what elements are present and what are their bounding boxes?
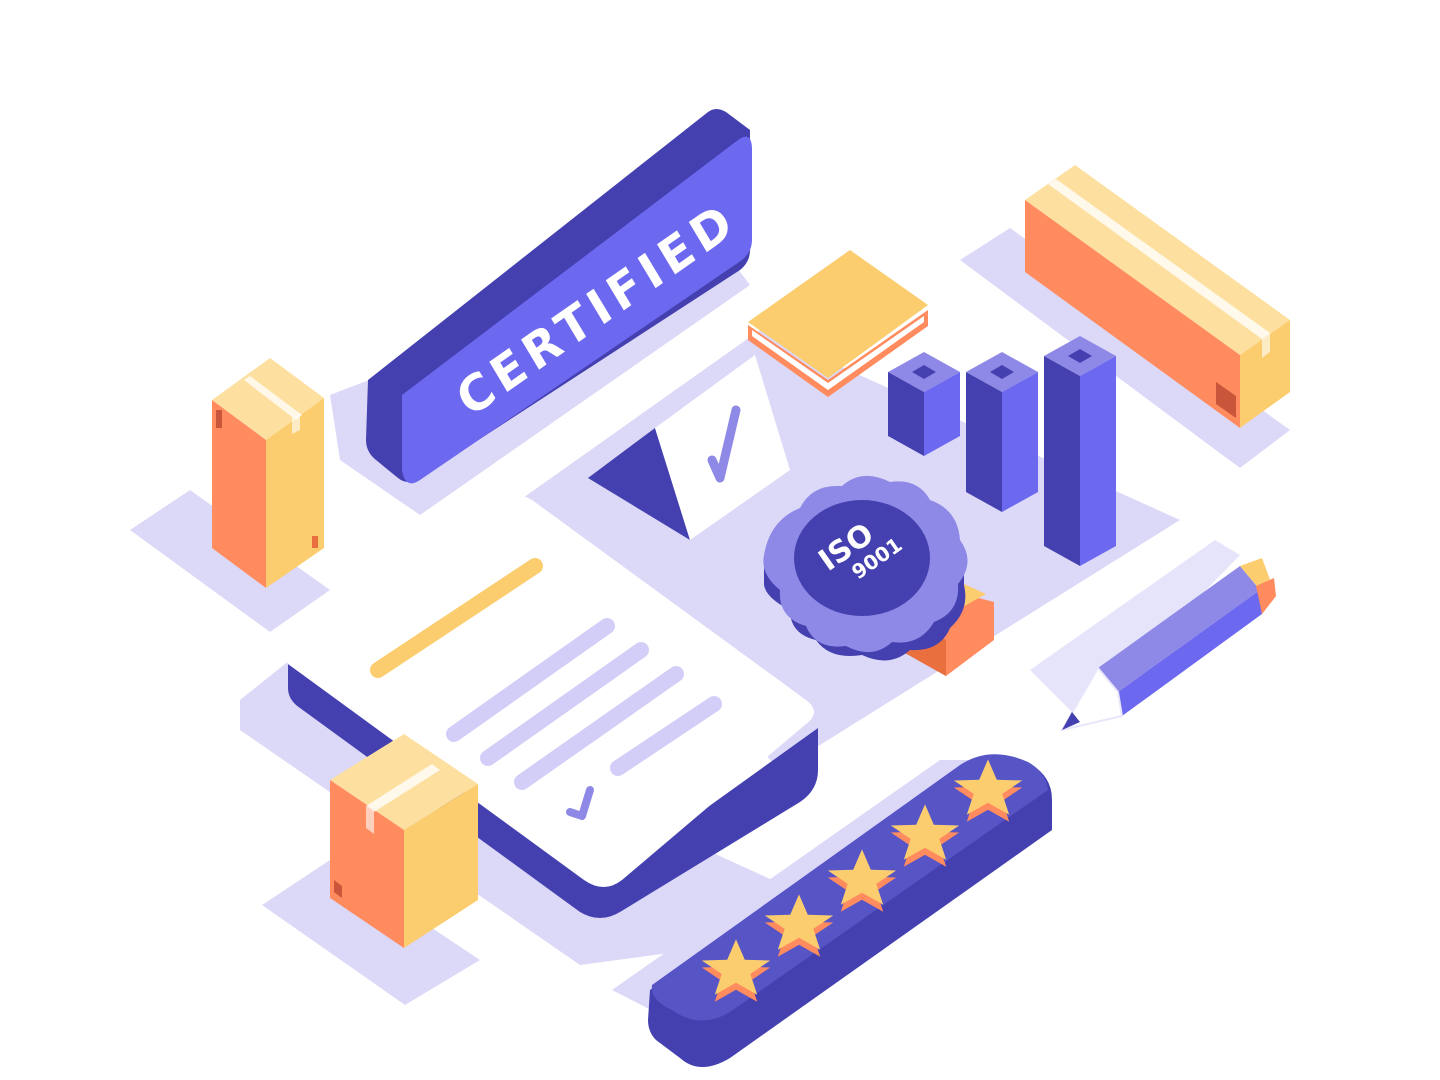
floor-plates — [130, 228, 1290, 1030]
bar-column-medium — [966, 352, 1038, 512]
bar-column-short — [888, 352, 960, 456]
bar-column-tall — [1044, 336, 1116, 566]
box-left-label — [216, 410, 222, 428]
box-left-label-2 — [312, 536, 318, 548]
illustration-canvas: CERTIFIED ISO 9001 — [130, 109, 1290, 1067]
certification-illustration: CERTIFIED ISO 9001 — [0, 0, 1440, 1080]
cardboard-box-left — [212, 358, 324, 588]
